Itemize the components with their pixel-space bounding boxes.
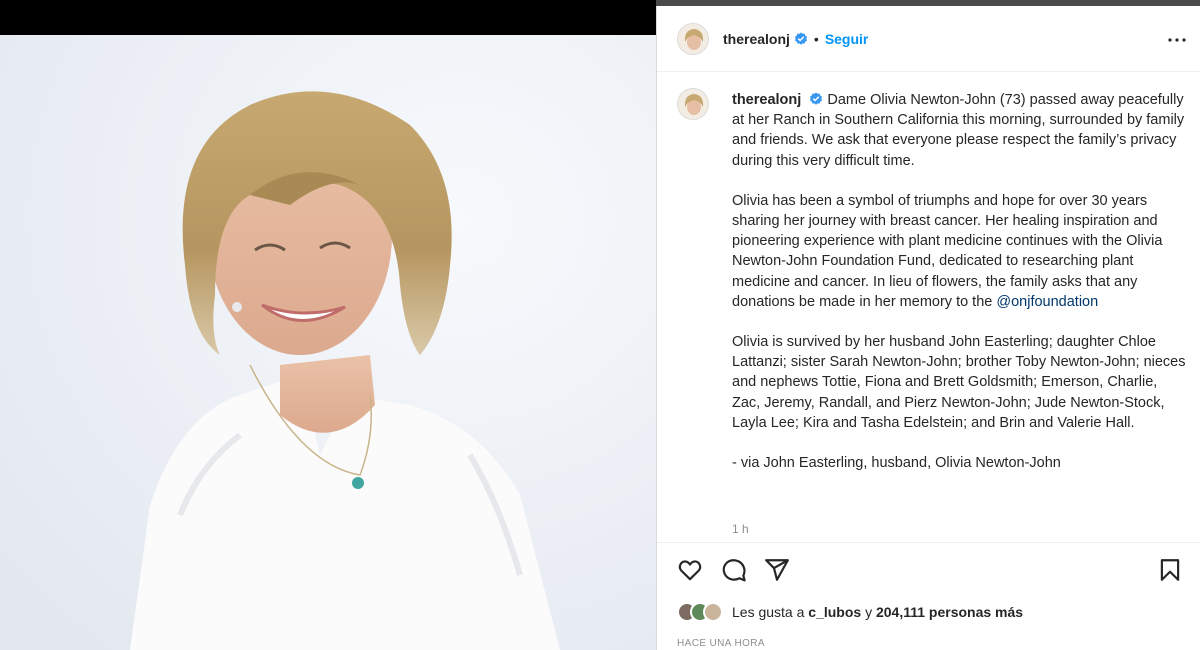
post-photo[interactable] <box>0 35 656 650</box>
comment-icon[interactable] <box>721 557 747 583</box>
save-icon[interactable] <box>1157 557 1183 583</box>
likes-conjunction: y <box>865 604 873 620</box>
post-timestamp[interactable]: HACE UNA HORA <box>677 638 765 649</box>
follow-button[interactable]: Seguir <box>825 31 869 47</box>
post-photo-pane <box>0 0 656 650</box>
author-username[interactable]: therealonj <box>723 31 790 47</box>
header-separator: • <box>813 30 819 47</box>
verified-badge-icon <box>794 32 807 45</box>
caption-timestamp: 1 h <box>732 522 749 536</box>
caption-area: therealonj Dame Olivia Newton-John (73) … <box>657 72 1200 542</box>
verified-badge-icon <box>810 92 823 105</box>
post-side-panel: therealonj • Seguir therealonj Dame Oliv… <box>656 6 1200 650</box>
liker-avatar[interactable] <box>703 602 723 622</box>
caption-username[interactable]: therealonj <box>732 92 801 108</box>
likes-count[interactable]: 204,111 personas más <box>876 604 1023 620</box>
likes-summary: Les gusta a c_lubos y 204,111 personas m… <box>677 602 1023 622</box>
action-bar <box>657 542 1200 594</box>
post-header: therealonj • Seguir <box>657 6 1200 72</box>
caption-author-avatar[interactable] <box>677 88 709 120</box>
post-caption: therealonj Dame Olivia Newton-John (73) … <box>732 90 1187 493</box>
mention-link[interactable]: @onjfoundation <box>996 294 1098 310</box>
liker-username[interactable]: c_lubos <box>808 604 861 620</box>
likes-prefix: Les gusta a <box>732 604 805 620</box>
caption-paragraph-3: Olivia is survived by her husband John E… <box>732 334 1186 431</box>
author-avatar[interactable] <box>677 22 709 55</box>
portrait-image <box>0 35 656 650</box>
caption-signature: - via John Easterling, husband, Olivia N… <box>732 455 1061 472</box>
heart-icon[interactable] <box>677 557 703 583</box>
likes-text: Les gusta a c_lubos y 204,111 personas m… <box>732 604 1023 620</box>
caption-paragraph-2: Olivia has been a symbol of triumphs and… <box>732 192 1163 310</box>
more-options-icon[interactable] <box>1165 28 1189 52</box>
photo-letterbox <box>0 0 656 35</box>
share-icon[interactable] <box>764 557 790 583</box>
